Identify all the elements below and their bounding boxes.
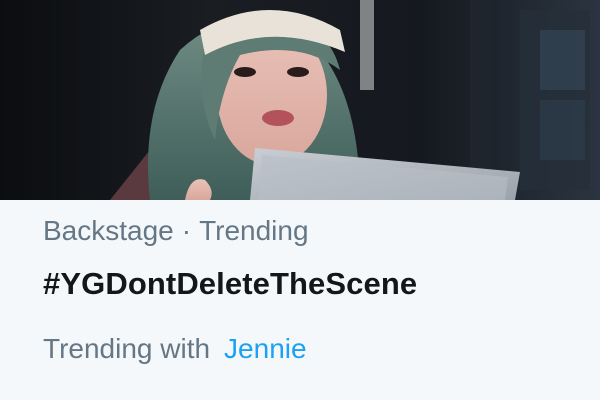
trend-media-image[interactable] (0, 0, 600, 200)
trend-hashtag[interactable]: #YGDontDeleteTheScene (43, 265, 417, 303)
trend-status: Trending (199, 215, 309, 246)
video-still-illustration (0, 0, 600, 200)
trend-category: Backstage (43, 215, 174, 246)
context-separator: · (181, 215, 192, 246)
trending-with-link[interactable]: Jennie (224, 333, 307, 364)
trend-text-block: Backstage · Trending #YGDontDeleteTheScene… (0, 200, 600, 400)
trend-card[interactable]: Backstage · Trending #YGDontDeleteTheScene… (0, 0, 600, 400)
trending-with-row: Trending with Jennie (43, 332, 307, 366)
trending-with-label: Trending with (43, 333, 211, 364)
trend-context: Backstage · Trending (43, 214, 309, 248)
